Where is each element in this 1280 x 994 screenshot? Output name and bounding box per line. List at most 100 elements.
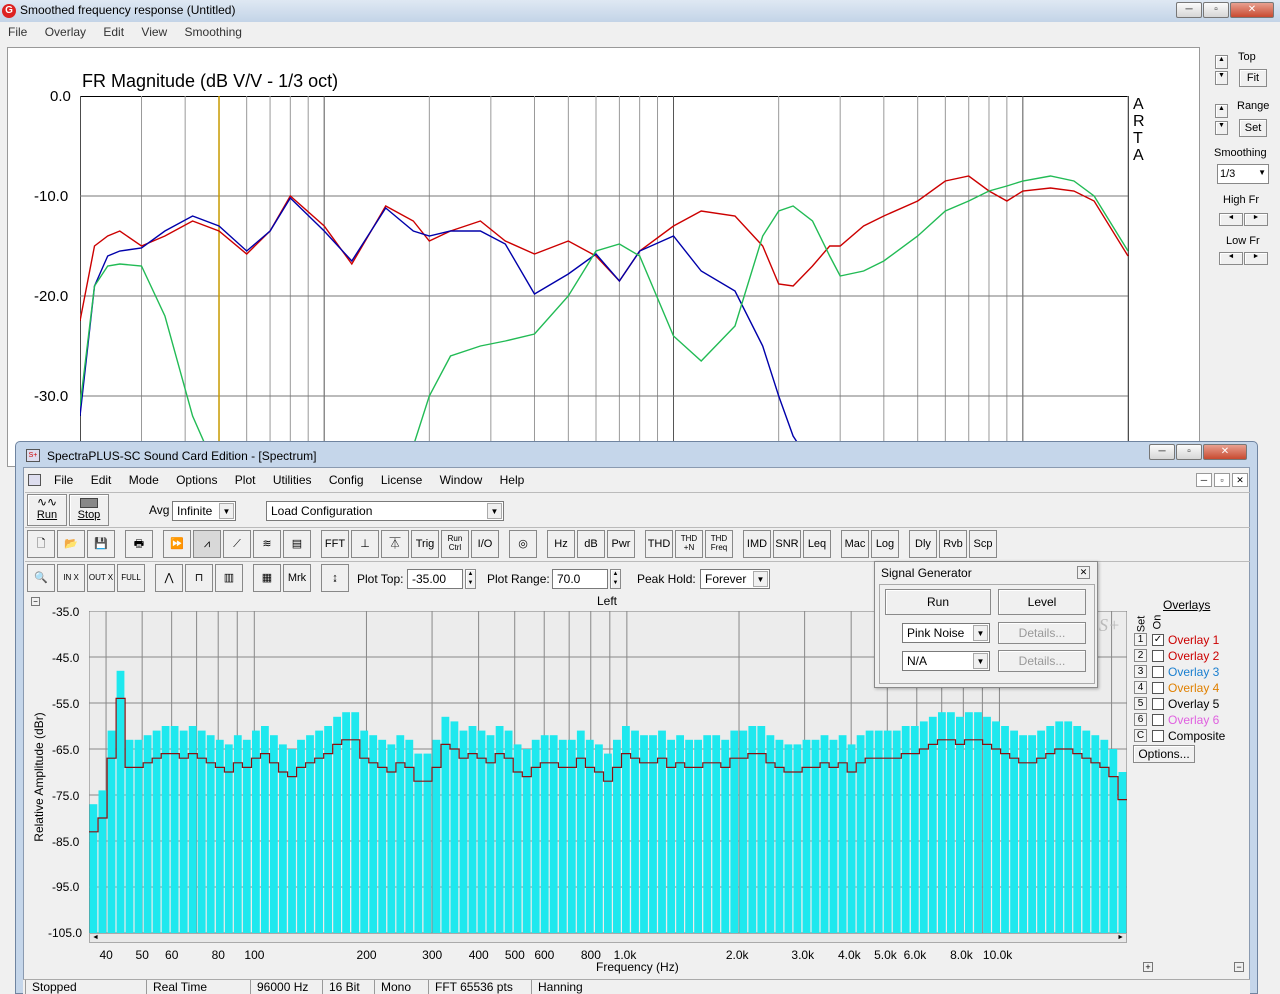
menu-file[interactable]: File — [8, 23, 27, 41]
signal-details-button[interactable]: Details... — [998, 622, 1086, 644]
signal-second-select[interactable]: N/A ▼ — [902, 651, 990, 671]
menu-overlay[interactable]: Overlay — [45, 23, 86, 41]
menu-smoothing[interactable]: Smoothing — [185, 23, 242, 41]
minimize-button[interactable]: ─ — [1176, 2, 1202, 18]
menu-plot[interactable]: Plot — [235, 470, 256, 490]
collapse-icon[interactable]: − — [1234, 962, 1244, 972]
stop-button[interactable]: Stop — [69, 494, 109, 526]
menu-edit[interactable]: Edit — [91, 470, 112, 490]
overlay-checkbox[interactable] — [1152, 682, 1164, 694]
zoom-icon[interactable]: 🔍 — [27, 564, 55, 592]
low-fr-left[interactable]: ◄ — [1219, 252, 1243, 265]
zoom-in-x-icon[interactable]: IN X — [57, 564, 85, 592]
spectrogram-icon[interactable]: ▤ — [283, 530, 311, 558]
peak-hold-select[interactable]: Forever ▼ — [700, 569, 770, 589]
menu-help[interactable]: Help — [500, 470, 525, 490]
menu-mode[interactable]: Mode — [129, 470, 159, 490]
print-icon[interactable]: 🖶 — [125, 530, 153, 558]
log-button[interactable]: Log — [871, 530, 899, 558]
overlay-checkbox[interactable] — [1152, 730, 1164, 742]
trig-button[interactable]: Trig — [411, 530, 439, 558]
bars-icon[interactable]: ▥ — [215, 564, 243, 592]
sig-gen-run-button[interactable]: Run — [885, 589, 991, 615]
scroll-left-icon[interactable]: ◄ — [92, 934, 99, 941]
range-spin-up[interactable]: ▲ — [1215, 104, 1228, 118]
overlay-checkbox[interactable] — [1152, 666, 1164, 678]
new-icon[interactable]: 🗋 — [27, 530, 55, 558]
overlay-set-button[interactable]: 2 — [1134, 649, 1147, 662]
spectra-maximize-button[interactable]: ▫ — [1176, 444, 1202, 460]
range-spin-down[interactable]: ▼ — [1215, 121, 1228, 135]
table-icon[interactable]: ▦ — [253, 564, 281, 592]
plot-top-input[interactable]: -35.00 — [407, 569, 463, 589]
high-fr-right[interactable]: ► — [1244, 213, 1268, 226]
mdi-minimize-button[interactable]: ─ — [1196, 473, 1212, 487]
overlay-set-button[interactable]: 4 — [1134, 681, 1147, 694]
peak-icon[interactable]: ⋀ — [155, 564, 183, 592]
avg-select[interactable]: Infinite ▼ — [172, 501, 236, 521]
overlay-set-button[interactable]: 6 — [1134, 713, 1147, 726]
slope-icon[interactable]: ⟋ — [223, 530, 251, 558]
mrk-button[interactable]: Mrk — [283, 564, 311, 592]
menu-options[interactable]: Options — [176, 470, 217, 490]
imd-button[interactable]: IMD — [743, 530, 771, 558]
menu-file[interactable]: File — [54, 470, 73, 490]
overlay-checkbox[interactable] — [1152, 698, 1164, 710]
overlay-checkbox[interactable]: ✓ — [1152, 634, 1164, 646]
spectrum-scrollbar[interactable]: ◄ ► — [89, 933, 1127, 943]
dly-button[interactable]: Dly — [909, 530, 937, 558]
menu-window[interactable]: Window — [440, 470, 483, 490]
mac-button[interactable]: Mac — [841, 530, 869, 558]
level-meter-icon[interactable]: ⊥ — [351, 530, 379, 558]
pwr-button[interactable]: Pwr — [607, 530, 635, 558]
db-button[interactable]: dB — [577, 530, 605, 558]
run-button[interactable]: ∿∿ Run — [27, 494, 67, 526]
fft-button[interactable]: FFT — [321, 530, 349, 558]
fast-forward-icon[interactable]: ⏩ — [163, 530, 191, 558]
scale-icon[interactable]: ↨ — [321, 564, 349, 592]
load-config-select[interactable]: Load Configuration ▼ — [266, 501, 504, 521]
expand-icon[interactable]: + — [1143, 962, 1153, 972]
plot-range-input[interactable]: 70.0 — [552, 569, 608, 589]
zoom-out-x-icon[interactable]: OUT X — [87, 564, 115, 592]
snr-button[interactable]: SNR — [773, 530, 801, 558]
overlay-set-button[interactable]: C — [1134, 729, 1147, 742]
high-fr-left[interactable]: ◄ — [1219, 213, 1243, 226]
mdi-restore-button[interactable]: ▫ — [1214, 473, 1230, 487]
maximize-button[interactable]: ▫ — [1203, 2, 1229, 18]
plot-range-spin[interactable]: ▲ ▼ — [610, 569, 621, 589]
overlay-set-button[interactable]: 3 — [1134, 665, 1147, 678]
thd-button[interactable]: THD — [645, 530, 673, 558]
save-icon[interactable]: 💾 — [87, 530, 115, 558]
menu-utilities[interactable]: Utilities — [273, 470, 312, 490]
collapse-plot-button[interactable]: − — [31, 597, 40, 606]
overlay-set-button[interactable]: 1 — [1134, 633, 1147, 646]
sig-gen-close-button[interactable]: ✕ — [1077, 566, 1090, 579]
zoom-full-icon[interactable]: FULL — [117, 564, 145, 592]
menu-config[interactable]: Config — [329, 470, 364, 490]
sig-gen-level-button[interactable]: Level — [998, 589, 1086, 615]
overlay-checkbox[interactable] — [1152, 714, 1164, 726]
signal-type-select[interactable]: Pink Noise ▼ — [902, 623, 990, 643]
plot-top-spin[interactable]: ▲ ▼ — [465, 569, 476, 589]
mdi-close-button[interactable]: ✕ — [1232, 473, 1248, 487]
leq-button[interactable]: Leq — [803, 530, 831, 558]
thd-freq-button[interactable]: THD Freq — [705, 530, 733, 558]
fit-button[interactable]: Fit — [1239, 69, 1267, 87]
generator-icon[interactable]: ◎ — [509, 530, 537, 558]
waterfall-icon[interactable]: ≋ — [253, 530, 281, 558]
probe-icon[interactable]: ⏄ — [381, 530, 409, 558]
thdn-button[interactable]: THD +N — [675, 530, 703, 558]
rvb-button[interactable]: Rvb — [939, 530, 967, 558]
spectra-minimize-button[interactable]: ─ — [1149, 444, 1175, 460]
overlay-set-button[interactable]: 5 — [1134, 697, 1147, 710]
menu-edit[interactable]: Edit — [103, 23, 124, 41]
second-details-button[interactable]: Details... — [998, 650, 1086, 672]
low-fr-right[interactable]: ► — [1244, 252, 1268, 265]
filter-icon[interactable]: ⩘ — [193, 530, 221, 558]
smoothing-select[interactable]: 1/3 ▼ — [1217, 164, 1269, 184]
overlay-checkbox[interactable] — [1152, 650, 1164, 662]
close-button[interactable]: ✕ — [1230, 2, 1274, 18]
top-spin-down[interactable]: ▼ — [1215, 71, 1228, 85]
scp-button[interactable]: Scp — [969, 530, 997, 558]
